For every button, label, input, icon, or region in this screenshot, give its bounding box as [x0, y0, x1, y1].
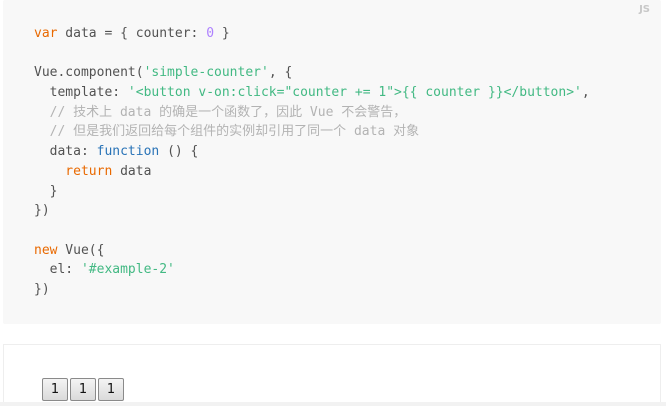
code-line: })	[34, 201, 590, 221]
code-content: var data = { counter: 0 } Vue.component(…	[34, 24, 590, 300]
code-block: JS var data = { counter: 0 } Vue.compone…	[3, 0, 661, 324]
code-line: var data = { counter: 0 }	[34, 24, 590, 44]
code-token: // 技术上 data 的确是一个函数了，因此 Vue 不会警告，	[34, 104, 407, 120]
code-line: // 技术上 data 的确是一个函数了，因此 Vue 不会警告，	[34, 103, 590, 123]
counter-button-3[interactable]: 1	[98, 378, 124, 401]
bottom-edge	[0, 402, 666, 406]
code-line: data: function () {	[34, 142, 590, 162]
code-token: data:	[34, 144, 97, 160]
code-line: new Vue({	[34, 241, 590, 261]
code-line: }	[34, 182, 590, 202]
language-label: JS	[639, 4, 650, 15]
code-token: '<button v-on:click="counter += 1">{{ co…	[127, 85, 582, 101]
code-token: Vue({	[57, 242, 105, 258]
code-token: var	[34, 26, 58, 41]
code-token: ,	[581, 85, 590, 101]
code-token: Vue.component(	[34, 65, 144, 81]
code-token: data	[112, 163, 152, 179]
code-token: return	[34, 163, 113, 179]
code-token: data = { counter:	[57, 26, 207, 41]
code-line: })	[34, 280, 590, 300]
code-line: template: '<button v-on:click="counter +…	[34, 83, 590, 103]
code-line: // 但是我们返回给每个组件的实例却引用了同一个 data 对象	[34, 122, 590, 142]
counter-button-1[interactable]: 1	[42, 378, 68, 401]
code-token: 'simple-counter'	[143, 65, 269, 81]
code-token: , {	[268, 65, 293, 81]
code-token: }	[214, 26, 230, 41]
code-line: Vue.component('simple-counter', {	[34, 63, 590, 83]
code-token: () {	[159, 144, 199, 160]
code-token: 0	[206, 26, 215, 41]
code-token: // 但是我们返回给每个组件的实例却引用了同一个 data 对象	[34, 124, 420, 140]
code-token: })	[34, 203, 50, 219]
code-token: '#example-2'	[80, 262, 175, 278]
page: JS var data = { counter: 0 } Vue.compone…	[0, 0, 666, 406]
code-token: el:	[34, 262, 81, 278]
code-line: el: '#example-2'	[34, 260, 590, 280]
counter-buttons: 1 1 1	[42, 378, 124, 401]
code-token: }	[34, 183, 58, 199]
code-token: })	[34, 281, 50, 297]
code-token: template:	[34, 85, 128, 101]
counter-button-2[interactable]: 1	[70, 378, 96, 401]
demo-output: 1 1 1	[3, 344, 661, 406]
code-token: new	[34, 242, 58, 258]
code-token: function	[96, 144, 160, 160]
code-line: return data	[34, 162, 590, 182]
